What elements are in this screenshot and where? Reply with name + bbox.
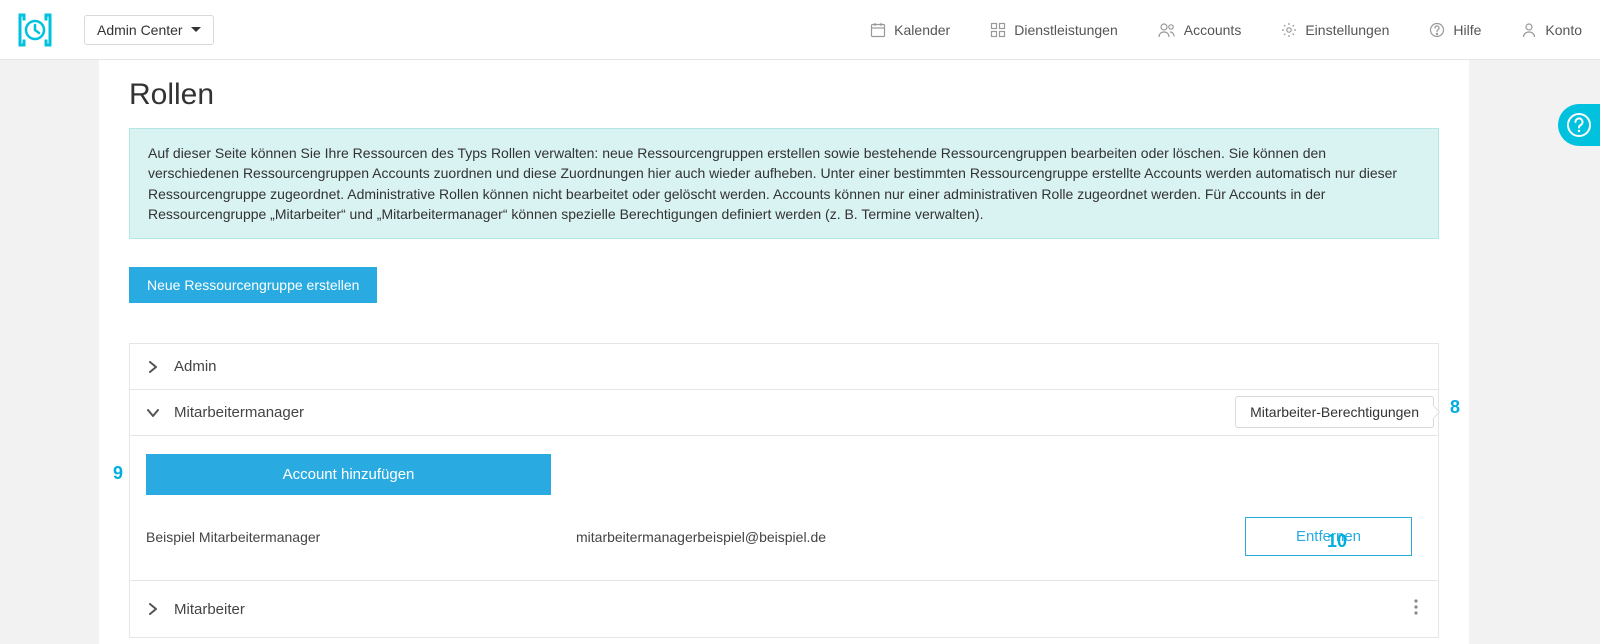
account-name: Beispiel Mitarbeitermanager <box>146 529 576 545</box>
chevron-right-icon <box>146 602 160 616</box>
group-mitarbeiter-label: Mitarbeiter <box>174 601 245 618</box>
app-logo <box>18 13 52 47</box>
chevron-right-icon <box>146 360 160 374</box>
kebab-icon <box>1414 599 1418 615</box>
help-icon <box>1429 22 1445 38</box>
employee-permissions-label: Mitarbeiter-Berechtigungen <box>1250 404 1419 420</box>
group-mitarbeitermanager-label: Mitarbeitermanager <box>174 404 304 421</box>
group-row-mitarbeiter[interactable]: Mitarbeiter <box>129 580 1439 638</box>
account-email: mitarbeitermanagerbeispiel@beispiel.de <box>576 529 1245 545</box>
calendar-icon <box>870 22 886 38</box>
nav-accounts[interactable]: Accounts <box>1158 22 1242 38</box>
tooltip-arrow-icon-inner <box>1433 406 1439 418</box>
content-panel: Rollen Auf dieser Seite können Sie Ihre … <box>99 60 1469 644</box>
top-nav: Kalender Dienstleistungen Accounts Einst… <box>870 22 1582 38</box>
callout-8: 8 <box>1450 397 1460 418</box>
group-list: Admin Mitarbeitermanager Mitarbeiter-Ber… <box>129 343 1439 638</box>
admin-center-dropdown[interactable]: Admin Center <box>84 15 214 45</box>
caret-down-icon <box>191 27 201 32</box>
nav-einstellungen[interactable]: Einstellungen <box>1281 22 1389 38</box>
grid-icon <box>990 22 1006 38</box>
group-row-admin[interactable]: Admin <box>129 343 1439 390</box>
new-resource-group-button[interactable]: Neue Ressourcengruppe erstellen <box>129 267 377 303</box>
floating-help-button[interactable] <box>1558 104 1600 146</box>
nav-konto-label: Konto <box>1545 22 1582 38</box>
nav-kalender[interactable]: Kalender <box>870 22 950 38</box>
callout-10: 10 <box>1327 531 1347 552</box>
users-icon <box>1158 22 1176 38</box>
help-circle-icon <box>1566 112 1592 138</box>
chevron-down-icon <box>146 406 160 420</box>
nav-accounts-label: Accounts <box>1184 22 1242 38</box>
group-admin-label: Admin <box>174 358 217 375</box>
nav-hilfe-label: Hilfe <box>1453 22 1481 38</box>
topbar: Admin Center Kalender Dienstleistungen A… <box>0 0 1600 60</box>
nav-dienstleistungen[interactable]: Dienstleistungen <box>990 22 1118 38</box>
account-row: Beispiel Mitarbeitermanager mitarbeiterm… <box>146 517 1422 556</box>
nav-kalender-label: Kalender <box>894 22 950 38</box>
employee-permissions-tooltip[interactable]: Mitarbeiter-Berechtigungen <box>1235 396 1434 428</box>
add-account-button[interactable]: Account hinzufügen <box>146 454 551 495</box>
callout-9: 9 <box>113 463 123 484</box>
nav-dienstleistungen-label: Dienstleistungen <box>1014 22 1118 38</box>
nav-konto[interactable]: Konto <box>1521 22 1582 38</box>
gear-icon <box>1281 22 1297 38</box>
info-box: Auf dieser Seite können Sie Ihre Ressour… <box>129 128 1439 239</box>
nav-hilfe[interactable]: Hilfe <box>1429 22 1481 38</box>
nav-einstellungen-label: Einstellungen <box>1305 22 1389 38</box>
group-row-mitarbeitermanager[interactable]: Mitarbeitermanager Mitarbeiter-Berechtig… <box>129 389 1439 436</box>
info-text: Auf dieser Seite können Sie Ihre Ressour… <box>148 145 1397 222</box>
page-title: Rollen <box>129 78 1439 112</box>
more-menu-button[interactable] <box>1410 595 1422 623</box>
group-mitarbeitermanager-body: Account hinzufügen Beispiel Mitarbeiterm… <box>129 436 1439 581</box>
user-icon <box>1521 22 1537 38</box>
admin-center-label: Admin Center <box>97 22 183 38</box>
